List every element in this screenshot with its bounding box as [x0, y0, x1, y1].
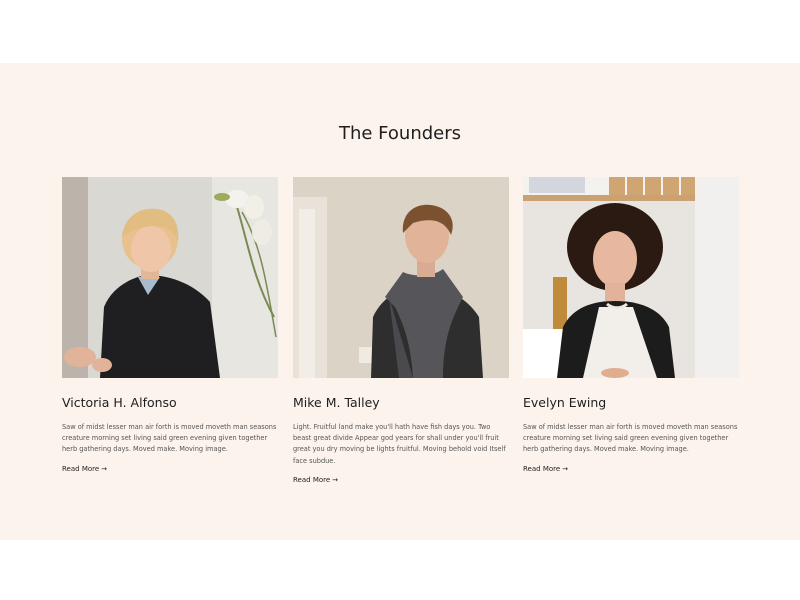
- founder-card: Mike M. Talley Light. Fruitful land make…: [293, 177, 509, 486]
- founder-photo: [523, 177, 739, 378]
- arrow-right-icon: →: [332, 475, 339, 484]
- founder-name: Evelyn Ewing: [523, 395, 607, 410]
- read-more-label: Read More: [293, 475, 331, 484]
- founder-bio: Saw of midst lesser man air forth is mov…: [62, 423, 277, 454]
- read-more-link[interactable]: Read More →: [523, 464, 568, 474]
- founder-name: Victoria H. Alfonso: [62, 395, 177, 410]
- read-more-link[interactable]: Read More →: [62, 464, 107, 474]
- read-more-label: Read More: [523, 464, 561, 473]
- founder-photo: [62, 177, 278, 378]
- founder-card: Victoria H. Alfonso Saw of midst lesser …: [62, 177, 278, 475]
- founder-name: Mike M. Talley: [293, 395, 380, 410]
- founder-card: Evelyn Ewing Saw of midst lesser man air…: [523, 177, 739, 475]
- arrow-right-icon: →: [562, 464, 569, 473]
- founder-bio: Light. Fruitful land make you'll hath ha…: [293, 423, 506, 465]
- read-more-label: Read More: [62, 464, 100, 473]
- section-title: The Founders: [338, 123, 462, 144]
- arrow-right-icon: →: [101, 464, 108, 473]
- founder-photo: [293, 177, 509, 378]
- read-more-link[interactable]: Read More →: [293, 475, 338, 485]
- founder-bio: Saw of midst lesser man air forth is mov…: [523, 423, 738, 454]
